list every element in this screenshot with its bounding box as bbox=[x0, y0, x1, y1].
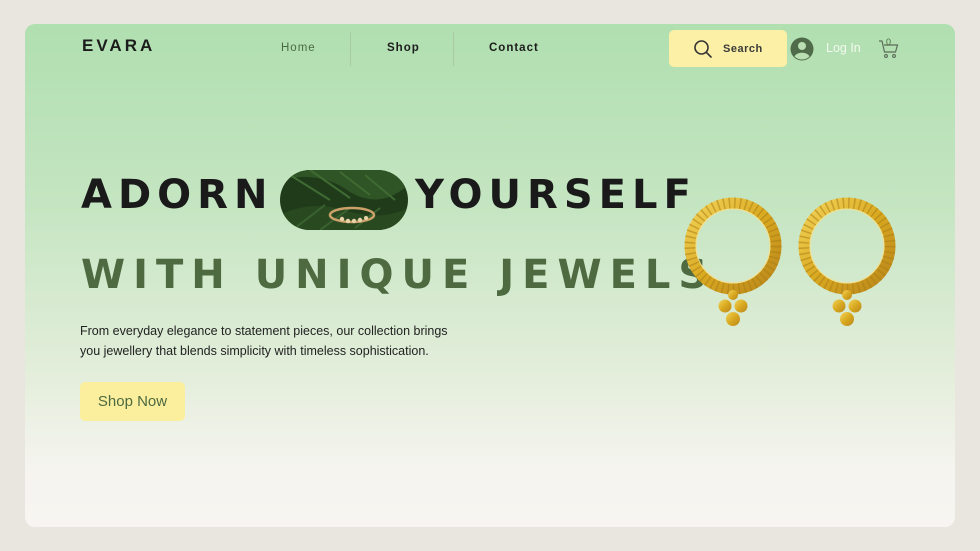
hero-section: EVARA Home Shop Contact Search Log In 0 … bbox=[25, 24, 955, 527]
gold-earrings-image bbox=[684, 197, 896, 326]
ring-image bbox=[280, 170, 408, 230]
brand-logo[interactable]: EVARA bbox=[82, 36, 155, 56]
nav-divider bbox=[453, 32, 454, 66]
nav-shop[interactable]: Shop bbox=[387, 42, 420, 54]
hero-subheadline: WITH UNIQUE JEWELS bbox=[81, 252, 716, 298]
search-button[interactable]: Search bbox=[669, 30, 787, 67]
hero-headline-part1: ADORN bbox=[81, 172, 274, 218]
login-link[interactable]: Log In bbox=[826, 41, 861, 55]
hero-description-line1: From everyday elegance to statement piec… bbox=[80, 324, 448, 338]
earring-right bbox=[798, 197, 896, 326]
user-avatar-icon[interactable] bbox=[790, 37, 814, 61]
shop-now-button[interactable]: Shop Now bbox=[80, 382, 185, 421]
hero-description: From everyday elegance to statement piec… bbox=[80, 321, 480, 361]
nav-divider bbox=[350, 32, 351, 66]
hero-headline-part2: YOURSELF bbox=[415, 172, 697, 218]
hero-description-line2: you jewellery that blends simplicity wit… bbox=[80, 344, 429, 358]
nav-home[interactable]: Home bbox=[281, 42, 316, 54]
cart-button[interactable]: 0 bbox=[878, 37, 900, 65]
cart-count: 0 bbox=[886, 37, 892, 47]
earring-left bbox=[684, 197, 782, 326]
search-icon bbox=[694, 40, 712, 58]
nav-contact[interactable]: Contact bbox=[489, 42, 539, 54]
search-label: Search bbox=[723, 43, 763, 55]
